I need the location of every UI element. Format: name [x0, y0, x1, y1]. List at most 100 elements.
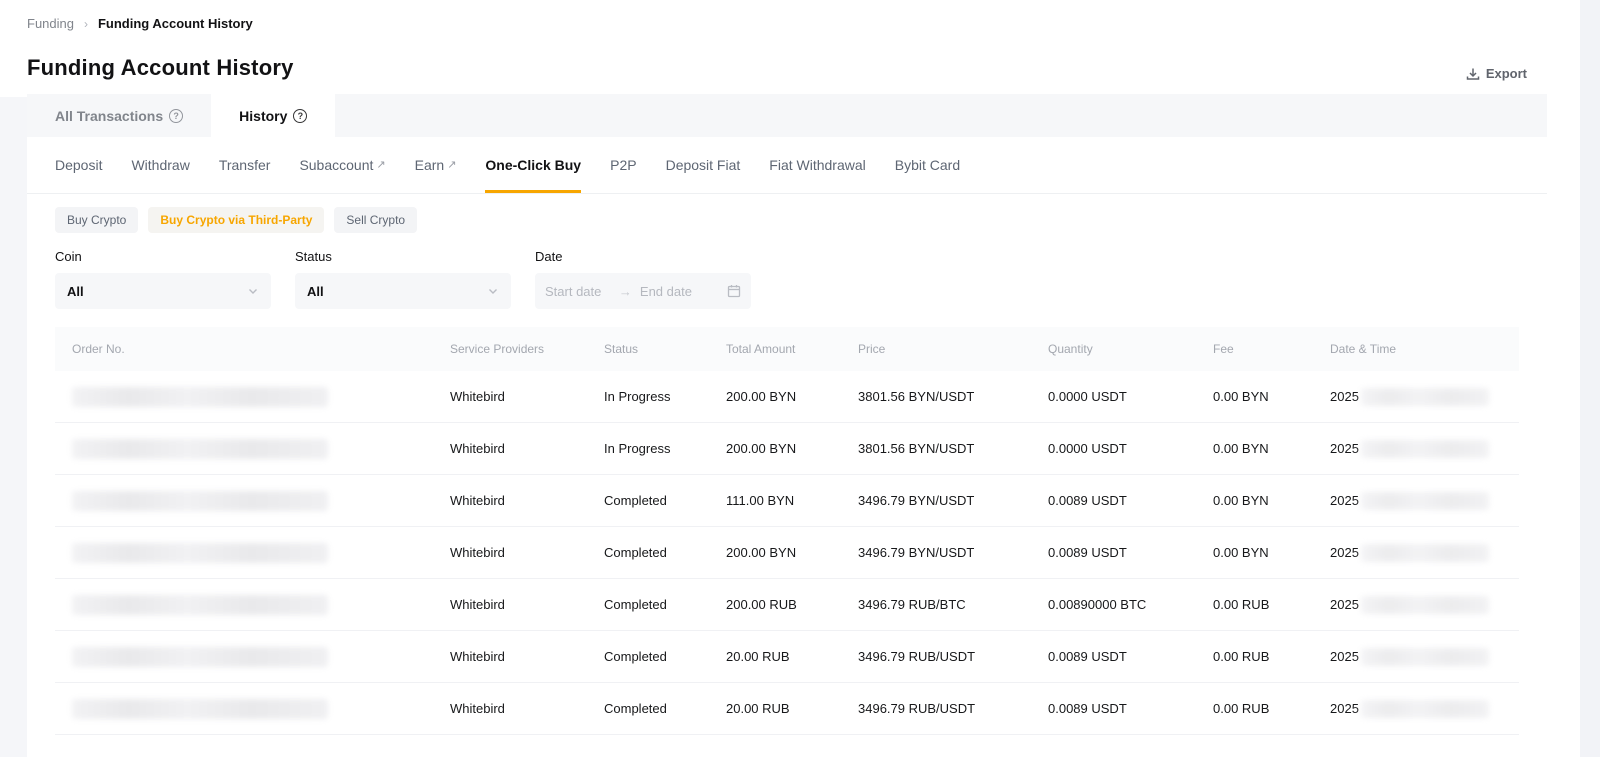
- service-provider-cell: Whitebird: [450, 597, 604, 612]
- status-cell: Completed: [604, 545, 726, 560]
- status-cell: Completed: [604, 649, 726, 664]
- status-filter-label: Status: [295, 249, 511, 264]
- subtab-subaccount[interactable]: Subaccount ↗: [299, 137, 385, 193]
- breadcrumb: Funding › Funding Account History: [27, 16, 1527, 31]
- redacted-order-no: [72, 647, 328, 667]
- status-cell: Completed: [604, 597, 726, 612]
- quantity-cell: 0.0089 USDT: [1048, 649, 1213, 664]
- column-header: Status: [604, 342, 726, 356]
- column-header: Total Amount: [726, 342, 858, 356]
- quantity-cell: 0.0000 USDT: [1048, 389, 1213, 404]
- export-button[interactable]: Export: [1466, 66, 1527, 81]
- breadcrumb-chevron-icon: ›: [84, 17, 88, 31]
- price-cell: 3496.79 RUB/USDT: [858, 649, 1048, 664]
- subtab-one-click-buy[interactable]: One-Click Buy ↗: [485, 137, 581, 193]
- pill-buy-crypto-via-third-party[interactable]: Buy Crypto via Third-Party: [148, 207, 324, 233]
- redacted-order-no: [72, 699, 328, 719]
- status-cell: Completed: [604, 701, 726, 716]
- coin-filter-label: Coin: [55, 249, 271, 264]
- subtab-fiat-withdrawal[interactable]: Fiat Withdrawal ↗: [769, 137, 865, 193]
- redacted-order-no: [72, 439, 328, 459]
- subtab-transfer[interactable]: Transfer ↗: [219, 137, 271, 193]
- column-header: Order No.: [72, 342, 450, 356]
- subtab-deposit[interactable]: Deposit ↗: [55, 137, 102, 193]
- order-no-cell: [72, 595, 450, 615]
- chevron-down-icon: [247, 285, 259, 297]
- table-row: Whitebird Completed 20.00 RUB 3496.79 RU…: [55, 683, 1519, 735]
- status-select[interactable]: All: [295, 273, 511, 309]
- quantity-cell: 0.0089 USDT: [1048, 493, 1213, 508]
- export-label: Export: [1486, 66, 1527, 81]
- pill-buy-crypto[interactable]: Buy Crypto: [55, 207, 138, 233]
- filters: Coin All Status All Date Start date → En…: [27, 233, 1547, 309]
- end-date-placeholder[interactable]: End date: [640, 284, 719, 299]
- redacted-order-no: [72, 543, 328, 563]
- external-link-icon: ↗: [376, 158, 385, 171]
- total-amount-cell: 111.00 BYN: [726, 493, 858, 508]
- help-icon[interactable]: ?: [293, 109, 307, 123]
- date-time-cell: 2025: [1330, 648, 1519, 666]
- coin-select[interactable]: All: [55, 273, 271, 309]
- start-date-placeholder[interactable]: Start date: [545, 284, 611, 299]
- date-time-cell: 2025: [1330, 440, 1519, 458]
- subtab-withdraw[interactable]: Withdraw ↗: [131, 137, 189, 193]
- order-no-cell: [72, 491, 450, 511]
- column-header: Quantity: [1048, 342, 1213, 356]
- table-body: Whitebird In Progress 200.00 BYN 3801.56…: [55, 371, 1519, 735]
- service-provider-cell: Whitebird: [450, 545, 604, 560]
- order-no-cell: [72, 439, 450, 459]
- history-table: Order No.Service ProvidersStatusTotal Am…: [55, 327, 1519, 735]
- buy-type-pills: Buy Crypto Buy Crypto via Third-Party Sell…: [27, 194, 1547, 233]
- status-select-value: All: [307, 284, 324, 299]
- quantity-cell: 0.0089 USDT: [1048, 701, 1213, 716]
- subtab-deposit-fiat[interactable]: Deposit Fiat ↗: [666, 137, 741, 193]
- total-amount-cell: 200.00 BYN: [726, 389, 858, 404]
- total-amount-cell: 200.00 RUB: [726, 597, 858, 612]
- date-range-picker[interactable]: Start date → End date: [535, 273, 751, 309]
- total-amount-cell: 200.00 BYN: [726, 441, 858, 456]
- service-provider-cell: Whitebird: [450, 701, 604, 716]
- pill-sell-crypto[interactable]: Sell Crypto: [334, 207, 417, 233]
- column-header: Date & Time: [1330, 342, 1519, 356]
- funding-history-card: All Transactions ? History ? Deposit ↗ W…: [27, 94, 1547, 735]
- fee-cell: 0.00 BYN: [1213, 389, 1330, 404]
- download-icon: [1466, 67, 1480, 81]
- date-time-cell: 2025: [1330, 596, 1519, 614]
- calendar-icon: [727, 284, 741, 298]
- table-row: Whitebird Completed 200.00 BYN 3496.79 B…: [55, 527, 1519, 579]
- redacted-order-no: [72, 595, 328, 615]
- breadcrumb-funding-link[interactable]: Funding: [27, 16, 74, 31]
- order-no-cell: [72, 543, 450, 563]
- redacted-date: [1361, 388, 1489, 406]
- help-icon[interactable]: ?: [169, 109, 183, 123]
- history-type-nav: Deposit ↗ Withdraw ↗ Transfer ↗ Subaccou…: [27, 137, 1547, 194]
- status-cell: In Progress: [604, 389, 726, 404]
- column-header: Price: [858, 342, 1048, 356]
- external-link-icon: ↗: [447, 158, 456, 171]
- order-no-cell: [72, 647, 450, 667]
- subtab-earn[interactable]: Earn ↗: [415, 137, 457, 193]
- redacted-order-no: [72, 491, 328, 511]
- scrollbar[interactable]: [1580, 0, 1600, 757]
- table-header-row: Order No.Service ProvidersStatusTotal Am…: [55, 327, 1519, 371]
- fee-cell: 0.00 RUB: [1213, 649, 1330, 664]
- column-header: Service Providers: [450, 342, 604, 356]
- price-cell: 3801.56 BYN/USDT: [858, 441, 1048, 456]
- range-arrow-icon: →: [619, 284, 632, 299]
- subtab-bybit-card[interactable]: Bybit Card ↗: [895, 137, 960, 193]
- redacted-date: [1361, 544, 1489, 562]
- tab-history[interactable]: History ?: [211, 94, 335, 137]
- service-provider-cell: Whitebird: [450, 389, 604, 404]
- date-time-cell: 2025: [1330, 492, 1519, 510]
- fee-cell: 0.00 RUB: [1213, 701, 1330, 716]
- table-row: Whitebird Completed 111.00 BYN 3496.79 B…: [55, 475, 1519, 527]
- column-header: Fee: [1213, 342, 1330, 356]
- service-provider-cell: Whitebird: [450, 441, 604, 456]
- quantity-cell: 0.00890000 BTC: [1048, 597, 1213, 612]
- tab-all-transactions[interactable]: All Transactions ?: [27, 94, 211, 137]
- account-tabbar: All Transactions ? History ?: [27, 94, 1547, 137]
- subtab-p2p[interactable]: P2P ↗: [610, 137, 636, 193]
- total-amount-cell: 200.00 BYN: [726, 545, 858, 560]
- table-row: Whitebird In Progress 200.00 BYN 3801.56…: [55, 423, 1519, 475]
- page-header: Funding › Funding Account History Fundin…: [0, 0, 1600, 94]
